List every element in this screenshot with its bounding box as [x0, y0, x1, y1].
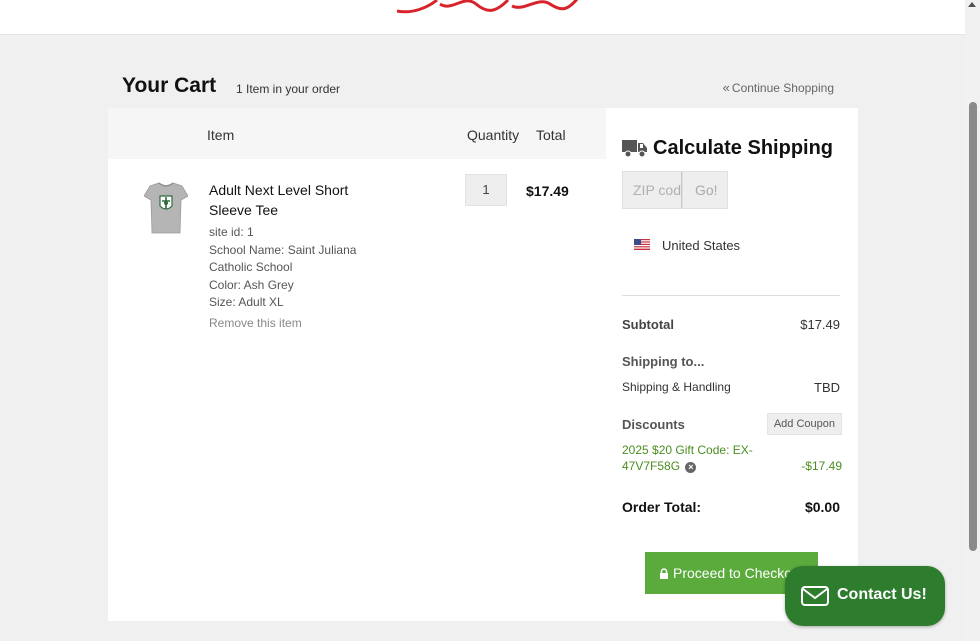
tshirt-thumbnail[interactable]	[144, 182, 188, 234]
item-attribute: Size: Adult XL	[209, 295, 284, 309]
item-attribute: Color: Ash Grey	[209, 277, 294, 292]
column-header-item: Item	[207, 127, 235, 143]
calculate-shipping-title: Calculate Shipping	[653, 137, 834, 159]
subtotal-value: $17.49	[800, 317, 840, 332]
cart-header: Your Cart 1 Item in your order «Continue…	[122, 74, 834, 102]
mail-icon	[801, 586, 829, 606]
continue-shopping-link[interactable]: «Continue Shopping	[723, 80, 834, 95]
column-header-total: Total	[536, 127, 566, 143]
item-attributes: site id: 1 School Name: Saint Juliana Ca…	[209, 224, 379, 312]
column-header-quantity: Quantity	[467, 127, 520, 143]
line-total: $17.49	[526, 183, 569, 199]
contact-us-label: Contact Us!	[837, 586, 927, 603]
truck-icon	[622, 140, 647, 158]
divider	[622, 295, 840, 296]
page-scrollbar[interactable]	[965, 0, 980, 641]
country-name: United States	[662, 238, 741, 253]
site-logo[interactable]	[392, 0, 582, 16]
continue-shopping-label: Continue Shopping	[731, 81, 834, 95]
discounts-label: Discounts	[622, 417, 685, 432]
lock-icon	[660, 568, 668, 579]
contact-us-button[interactable]: Contact Us!	[785, 566, 945, 626]
item-name[interactable]: Adult Next Level Short Sleeve Tee	[209, 180, 379, 220]
order-total-label: Order Total:	[622, 499, 702, 515]
cart-panel: Item Quantity Total Adult Next Level Sho…	[108, 108, 858, 621]
quantity-input[interactable]: 1	[465, 174, 507, 206]
shipping-handling-value: TBD	[814, 380, 840, 395]
zip-code-input[interactable]	[622, 171, 682, 209]
item-attribute: School Name: Saint Juliana Catholic Scho…	[209, 242, 357, 275]
cart-table-header: Item Quantity Total	[108, 108, 606, 159]
shipping-to-label: Shipping to...	[622, 354, 705, 369]
gift-code-amount: -$17.49	[801, 459, 842, 473]
us-flag-icon	[634, 239, 650, 250]
calculate-shipping-heading: Calculate Shipping	[622, 136, 852, 162]
scroll-up-icon[interactable]	[968, 2, 976, 7]
shipping-handling-label: Shipping & Handling	[622, 380, 731, 394]
item-attribute: site id: 1	[209, 225, 254, 239]
gift-code-discount: 2025 $20 Gift Code: EX-47V7F58G ×	[622, 442, 772, 474]
scroll-thumb[interactable]	[969, 102, 977, 551]
remove-coupon-icon[interactable]: ×	[685, 462, 697, 473]
add-coupon-button[interactable]: Add Coupon	[766, 413, 842, 435]
chevron-left-double-icon: «	[722, 80, 730, 95]
remove-item-link[interactable]: Remove this item	[209, 316, 302, 330]
checkout-label: Proceed to Checkout	[673, 565, 804, 581]
order-total-value: $0.00	[804, 499, 840, 515]
page-title: Your Cart	[122, 74, 217, 97]
site-header	[0, 0, 965, 35]
go-button[interactable]: Go!	[682, 171, 728, 209]
subtotal-label: Subtotal	[622, 317, 674, 332]
cart-item-count: 1 Item in your order	[236, 82, 341, 96]
